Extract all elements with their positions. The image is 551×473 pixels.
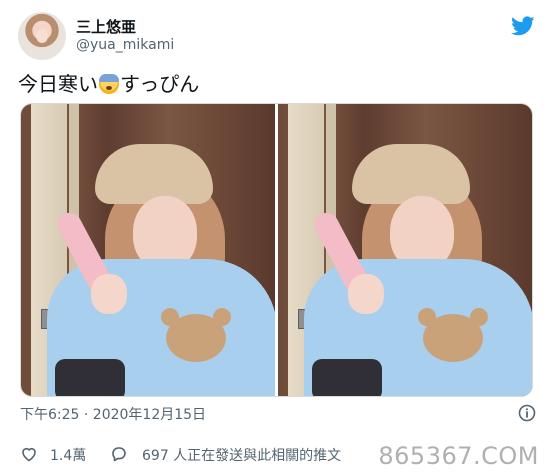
hand-shape	[91, 274, 127, 314]
hand-shape	[348, 274, 384, 314]
anxious-face-with-sweat-emoji	[99, 74, 119, 94]
tweet-text-part-2: すっぴん	[120, 72, 200, 96]
bear-print	[423, 314, 483, 362]
user-handle[interactable]: @yua_mikami	[76, 37, 174, 53]
info-circle-icon[interactable]	[518, 404, 536, 422]
cap-shape	[95, 144, 213, 204]
heart-icon[interactable]	[20, 445, 38, 463]
avatar-face	[36, 29, 48, 43]
tweet-text-part-1: 今日寒い	[18, 72, 98, 96]
tweet-text: 今日寒い すっぴん	[18, 68, 199, 97]
like-count[interactable]: 1.4萬	[50, 445, 86, 465]
tweet-card: 三上悠亜 @yua_mikami 今日寒い すっぴん 下午6:25 · 2020…	[0, 0, 551, 473]
avatar[interactable]	[18, 12, 66, 60]
tweet-media[interactable]	[20, 103, 533, 397]
reply-summary[interactable]: 697 人正在發送與此相關的推文	[142, 445, 341, 465]
twitter-bird-icon[interactable]	[511, 16, 535, 36]
bear-print	[166, 314, 226, 362]
tweet-timestamp[interactable]: 下午6:25 · 2020年12月15日	[20, 404, 206, 424]
cap-shape	[352, 144, 470, 204]
handbag	[312, 359, 382, 396]
reply-bubble-icon[interactable]	[110, 445, 128, 463]
handbag	[55, 359, 125, 396]
tweet-photo-1[interactable]	[21, 104, 275, 396]
display-name[interactable]: 三上悠亜	[76, 16, 136, 37]
watermark: 865367.COM	[378, 442, 539, 470]
tweet-header: 三上悠亜 @yua_mikami	[18, 12, 538, 60]
tweet-photo-2[interactable]	[278, 104, 532, 396]
